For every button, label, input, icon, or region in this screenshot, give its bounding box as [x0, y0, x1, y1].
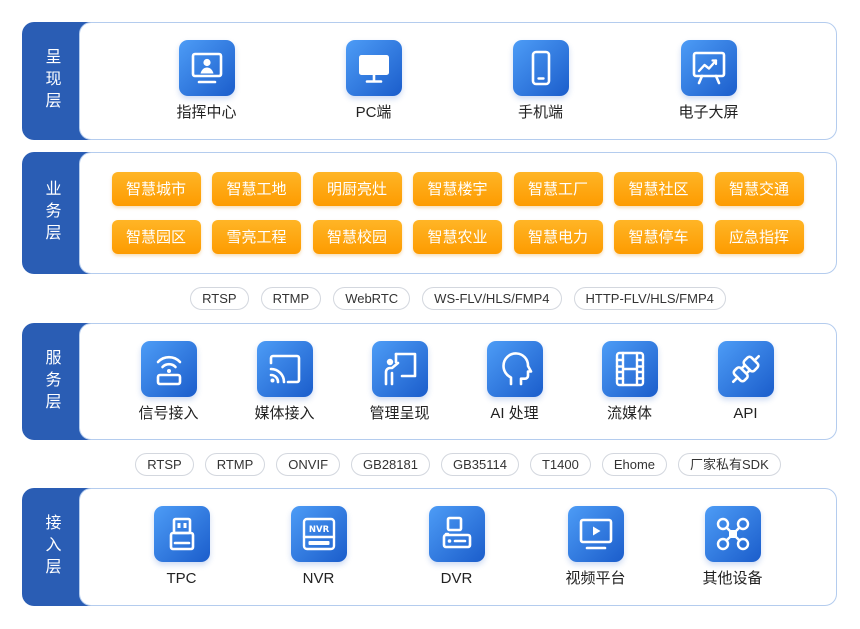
- service-layer: 服务层 信号接入 媒体接入 管理呈现 AI 处理 流媒体 API: [22, 323, 837, 440]
- protocol-pill: WS-FLV/HLS/FMP4: [422, 287, 562, 310]
- layer-panel: 智慧城市 智慧工地 明厨亮灶 智慧楼宇 智慧工厂 智慧社区 智慧交通 智慧园区 …: [79, 152, 837, 274]
- signal-icon: [140, 340, 197, 397]
- item-label: 视频平台: [565, 569, 626, 587]
- business-tag: 应急指挥: [714, 219, 804, 254]
- item-label: 流媒体: [606, 404, 652, 422]
- item-label: AI 处理: [490, 404, 539, 422]
- protocol-pill: RTSP: [135, 453, 194, 476]
- business-tag: 智慧工地: [212, 171, 301, 206]
- item-label: 管理呈现: [369, 404, 430, 422]
- business-tag: 智慧电力: [513, 219, 603, 254]
- protocol-pill: Ehome: [601, 453, 668, 476]
- item-label: TPC: [166, 569, 197, 587]
- item-label: 指挥中心: [176, 103, 237, 121]
- dvr-icon: [428, 505, 485, 562]
- nvr-icon-text: NVR: [308, 525, 329, 535]
- item-label: 手机端: [517, 103, 563, 121]
- plug-icon: [717, 340, 774, 397]
- presentation-item-pc: PC端: [324, 39, 424, 123]
- business-tag: 智慧城市: [111, 171, 201, 206]
- item-label: API: [733, 404, 758, 422]
- item-label: 媒体接入: [254, 404, 315, 422]
- big-screen-icon: [680, 39, 737, 96]
- business-tag: 智慧社区: [614, 171, 703, 206]
- business-tag: 智慧农业: [413, 219, 502, 254]
- business-tag: 智慧园区: [111, 219, 201, 254]
- protocol-pill: 厂家私有SDK: [678, 453, 781, 476]
- pc-icon: [345, 39, 402, 96]
- business-tag-grid: 智慧城市 智慧工地 明厨亮灶 智慧楼宇 智慧工厂 智慧社区 智慧交通 智慧园区 …: [111, 171, 804, 254]
- protocol-pill: HTTP-FLV/HLS/FMP4: [573, 287, 726, 310]
- drone-icon: [704, 505, 761, 562]
- presentation-item-big-screen: 电子大屏: [659, 39, 759, 123]
- access-item-other-devices: 其他设备: [683, 505, 783, 589]
- layer-panel: 指挥中心 PC端 手机端 电子大屏: [79, 22, 837, 140]
- business-tag: 智慧工厂: [513, 171, 603, 206]
- protocol-pill: RTMP: [204, 453, 266, 476]
- access-item-video-platform: 视频平台: [546, 505, 646, 589]
- layer-label: 呈现层: [42, 48, 60, 114]
- service-item-management: 管理呈现: [350, 340, 450, 424]
- protocol-pill: GB35114: [440, 453, 519, 476]
- protocol-pill: T1400: [529, 453, 591, 476]
- service-item-api: API: [696, 340, 796, 424]
- presentation-item-command-center: 指挥中心: [157, 39, 257, 123]
- access-item-nvr: NVR NVR: [269, 505, 369, 589]
- command-center-icon: [178, 39, 235, 96]
- protocol-pill: ONVIF: [276, 453, 341, 476]
- business-tag: 智慧交通: [714, 171, 804, 206]
- business-layer: 业务层 智慧城市 智慧工地 明厨亮灶 智慧楼宇 智慧工厂 智慧社区 智慧交通 智…: [22, 152, 837, 274]
- layer-panel: TPC NVR NVR DVR 视频平台 其他设备: [79, 488, 837, 606]
- ai-head-icon: [486, 340, 543, 397]
- item-label: DVR: [440, 569, 473, 587]
- protocol-pill: GB28181: [351, 453, 430, 476]
- layer-tab-text-wrap: 服务层: [22, 323, 79, 440]
- presenter-icon: [371, 340, 428, 397]
- protocol-pill: RTMP: [260, 287, 322, 310]
- access-item-dvr: DVR: [407, 505, 507, 589]
- business-tag: 智慧校园: [312, 219, 402, 254]
- item-label: 其他设备: [702, 569, 763, 587]
- layer-tab-text-wrap: 呈现层: [22, 22, 79, 140]
- service-item-signal: 信号接入: [119, 340, 219, 424]
- item-label: NVR: [302, 569, 335, 587]
- item-label: 信号接入: [138, 404, 199, 422]
- layer-tab-text-wrap: 业务层: [22, 152, 79, 274]
- item-label: PC端: [355, 103, 392, 121]
- business-tag: 雪亮工程: [212, 219, 301, 254]
- layer-tab-text-wrap: 接入层: [22, 488, 79, 606]
- video-platform-icon: [567, 505, 624, 562]
- layer-panel: 信号接入 媒体接入 管理呈现 AI 处理 流媒体 API: [79, 323, 837, 440]
- business-tag: 智慧停车: [614, 219, 703, 254]
- tpc-icon: [153, 505, 210, 562]
- access-layer: 接入层 TPC NVR NVR DVR 视频平台 其他设备: [22, 488, 837, 606]
- cast-icon: [256, 340, 313, 397]
- protocol-pill: WebRTC: [333, 287, 411, 310]
- presentation-item-mobile: 手机端: [491, 39, 591, 123]
- layer-label: 业务层: [42, 180, 60, 246]
- layer-label: 服务层: [42, 348, 60, 415]
- layer-label: 接入层: [42, 514, 60, 580]
- service-item-ai: AI 处理: [465, 340, 565, 424]
- service-item-media: 媒体接入: [235, 340, 335, 424]
- presentation-layer: 呈现层 指挥中心 PC端 手机端 电子大屏: [22, 22, 837, 140]
- business-tag: 明厨亮灶: [312, 171, 402, 206]
- service-item-streaming: 流媒体: [580, 340, 680, 424]
- business-tag: 智慧楼宇: [413, 171, 502, 206]
- lower-protocol-row: RTSP RTMP ONVIF GB28181 GB35114 T1400 Eh…: [79, 453, 837, 476]
- item-label: 电子大屏: [678, 103, 739, 121]
- mobile-icon: [512, 39, 569, 96]
- upper-protocol-row: RTSP RTMP WebRTC WS-FLV/HLS/FMP4 HTTP-FL…: [79, 287, 837, 310]
- film-icon: [601, 340, 658, 397]
- protocol-pill: RTSP: [190, 287, 249, 310]
- nvr-icon: NVR: [290, 505, 347, 562]
- access-item-tpc: TPC: [132, 505, 232, 589]
